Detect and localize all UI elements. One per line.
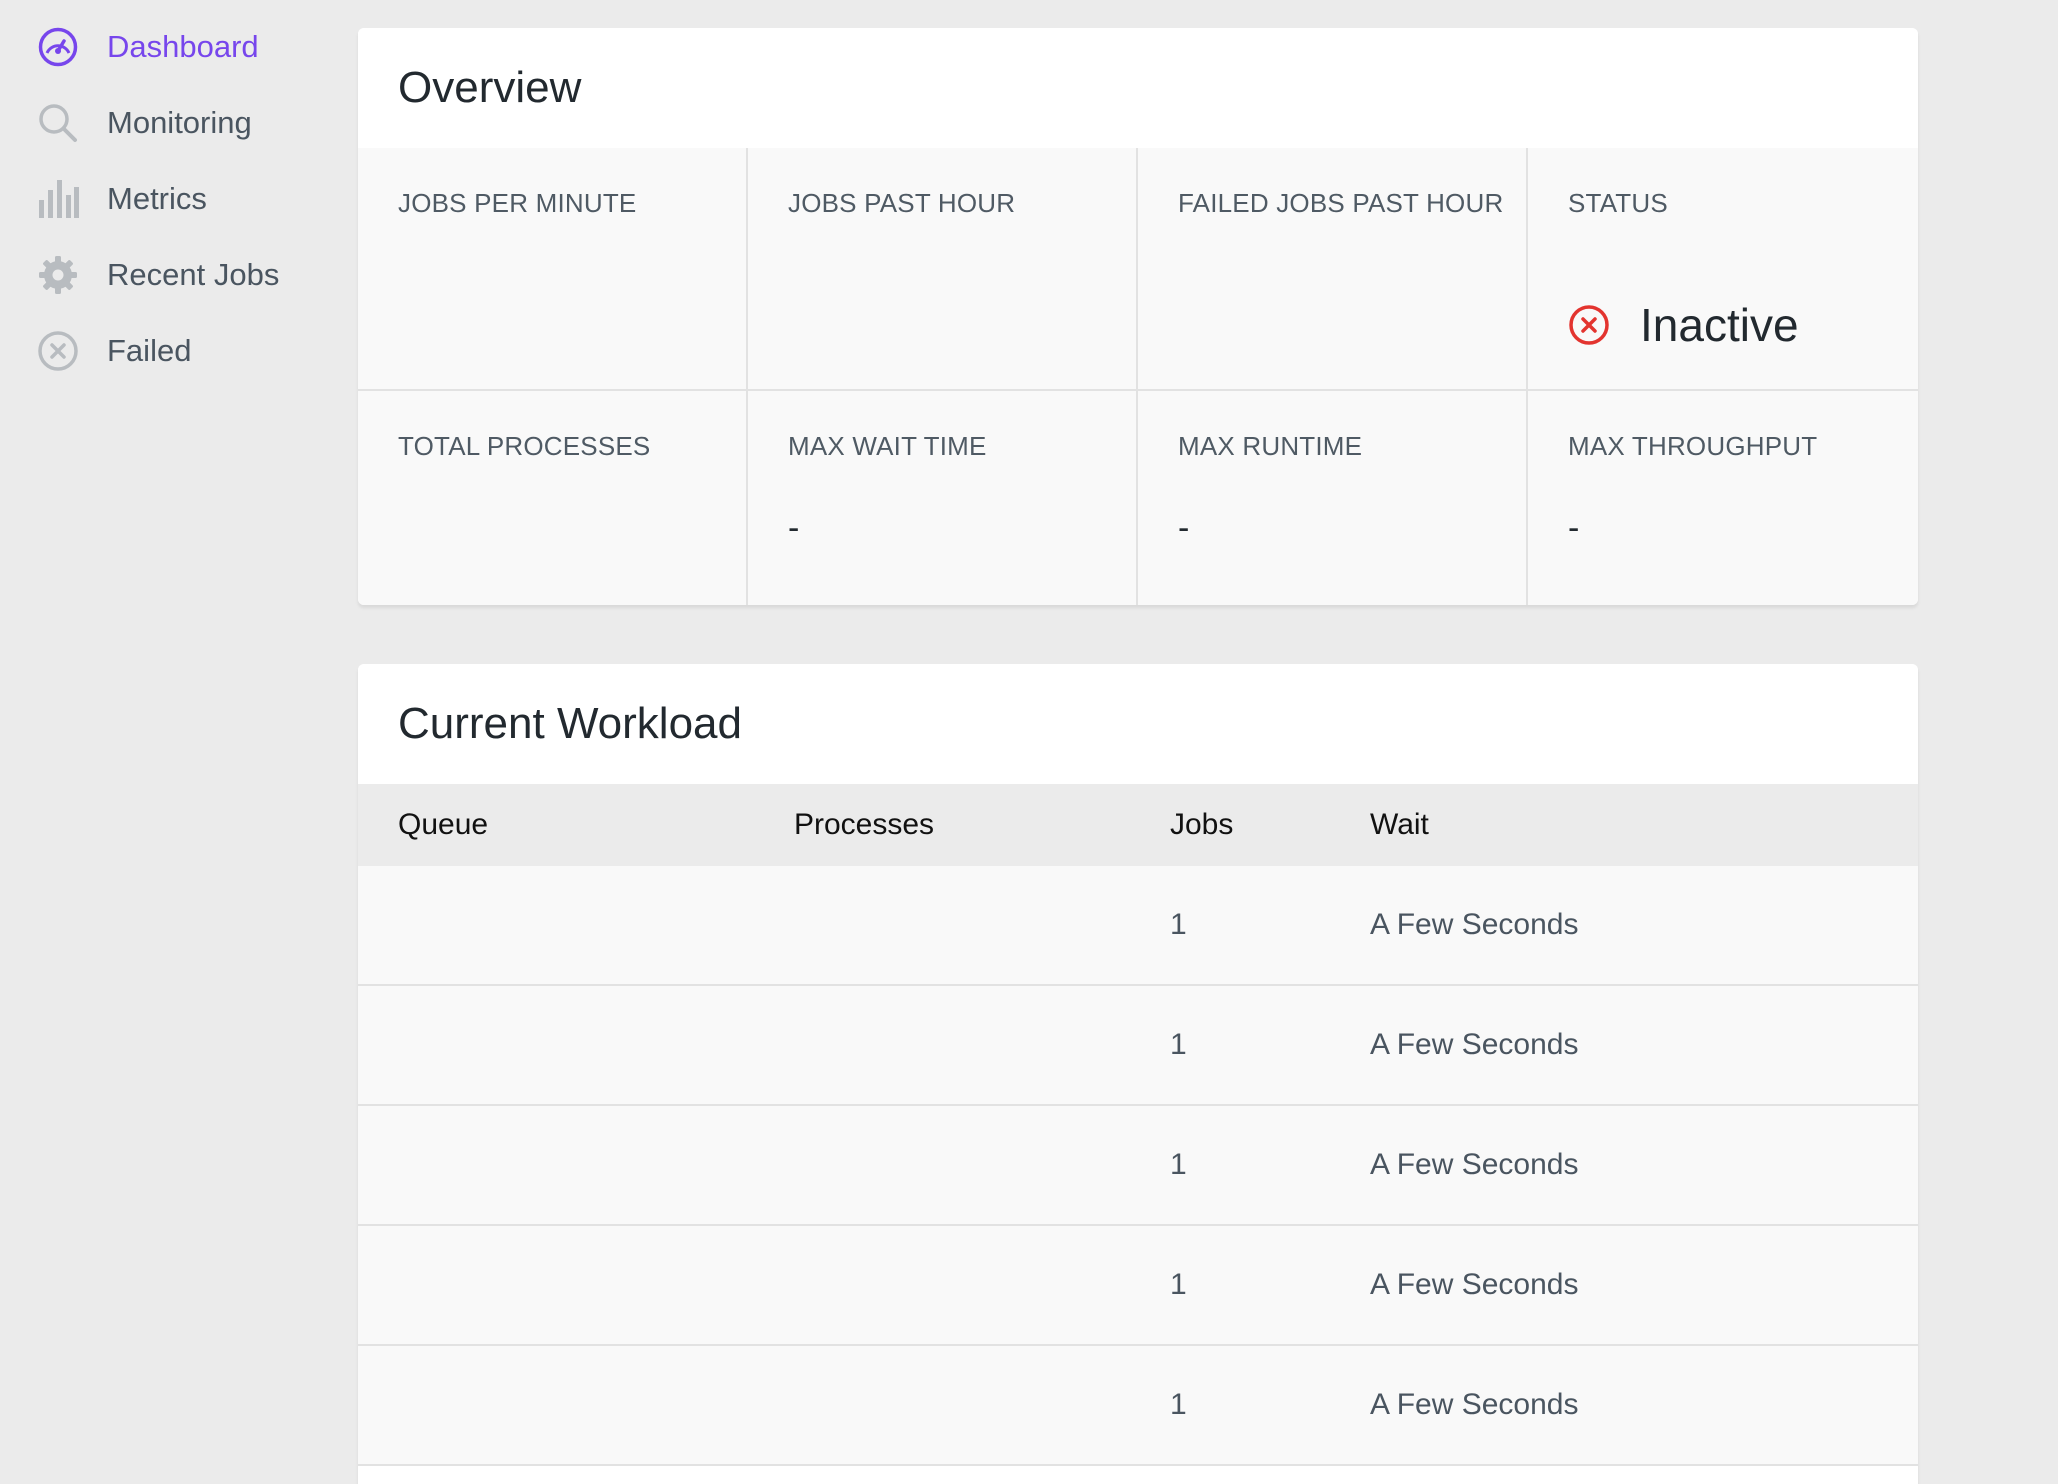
cell-wait: A Few Seconds <box>1370 1028 1579 1061</box>
sidebar-item-metrics[interactable]: Metrics <box>37 176 207 222</box>
sidebar-item-label: Metrics <box>107 181 207 216</box>
stat-jobs-per-minute: JOBS PER MINUTE <box>358 148 748 389</box>
stat-label: MAX THROUGHPUT <box>1568 431 1818 461</box>
table-row: 1 A Few Seconds <box>358 866 1918 986</box>
cell-wait: A Few Seconds <box>1370 1148 1579 1181</box>
bar-chart-icon <box>37 178 79 220</box>
app-root: Dashboard Monitoring Metrics Recent Jobs… <box>0 0 2058 1484</box>
sidebar-item-recent-jobs[interactable]: Recent Jobs <box>37 252 279 298</box>
column-header-wait: Wait <box>1370 808 1429 841</box>
cell-jobs: 1 <box>1170 1028 1187 1061</box>
stat-value: - <box>1568 509 1580 547</box>
sidebar-item-label: Dashboard <box>107 29 259 64</box>
stat-status: STATUS Inactive <box>1528 148 1918 389</box>
overview-card: Overview JOBS PER MINUTE JOBS PAST HOUR … <box>358 28 1918 605</box>
stat-total-processes: TOTAL PROCESSES <box>358 391 748 605</box>
table-row: 1 A Few Seconds <box>358 1226 1918 1346</box>
table-header: Queue Processes Jobs Wait <box>358 784 1918 866</box>
dashboard-gauge-icon <box>37 26 79 68</box>
cell-wait: A Few Seconds <box>1370 1388 1579 1421</box>
sidebar-item-label: Failed <box>107 333 192 368</box>
x-circle-icon <box>1569 305 1609 345</box>
workload-card: Current Workload Queue Processes Jobs Wa… <box>358 664 1918 1484</box>
workload-title: Current Workload <box>398 699 742 748</box>
sidebar-item-failed[interactable]: Failed <box>37 328 191 374</box>
sidebar: Dashboard Monitoring Metrics Recent Jobs… <box>0 0 340 1484</box>
stat-failed-jobs-past-hour: FAILED JOBS PAST HOUR <box>1138 148 1528 389</box>
x-circle-icon <box>37 330 79 372</box>
sidebar-item-monitoring[interactable]: Monitoring <box>37 100 252 146</box>
sidebar-item-label: Recent Jobs <box>107 257 280 292</box>
cell-jobs: 1 <box>1170 908 1187 941</box>
overview-title: Overview <box>398 63 582 112</box>
status-indicator: Inactive <box>1568 298 1799 352</box>
stat-max-wait-time: MAX WAIT TIME - <box>748 391 1138 605</box>
table-row: 1 A Few Seconds <box>358 1106 1918 1226</box>
sidebar-item-dashboard[interactable]: Dashboard <box>37 24 259 70</box>
stat-value: - <box>788 509 800 547</box>
column-header-queue: Queue <box>398 808 489 841</box>
column-header-processes: Processes <box>794 808 935 841</box>
stat-label: JOBS PER MINUTE <box>398 188 637 218</box>
stats-row: TOTAL PROCESSES MAX WAIT TIME - MAX RUNT… <box>358 391 1918 605</box>
sidebar-item-label: Monitoring <box>107 105 252 140</box>
table-row: 1 A Few Seconds <box>358 986 1918 1106</box>
column-header-jobs: Jobs <box>1170 808 1234 841</box>
stat-label: JOBS PAST HOUR <box>788 188 1016 218</box>
cell-jobs: 1 <box>1170 1388 1187 1421</box>
stat-jobs-past-hour: JOBS PAST HOUR <box>748 148 1138 389</box>
search-icon <box>37 102 79 144</box>
stat-max-throughput: MAX THROUGHPUT - <box>1528 391 1918 605</box>
stats-row: JOBS PER MINUTE JOBS PAST HOUR FAILED JO… <box>358 148 1918 391</box>
stat-value: - <box>1178 509 1190 547</box>
stat-max-runtime: MAX RUNTIME - <box>1138 391 1528 605</box>
stat-label: FAILED JOBS PAST HOUR <box>1178 188 1504 218</box>
cell-wait: A Few Seconds <box>1370 1268 1579 1301</box>
cell-jobs: 1 <box>1170 1268 1187 1301</box>
gear-icon <box>37 254 79 296</box>
table-row: 1 A Few Seconds <box>358 1346 1918 1466</box>
status-text: Inactive <box>1640 299 1799 351</box>
stat-label: MAX RUNTIME <box>1178 431 1363 461</box>
workload-header: Current Workload <box>358 664 1918 784</box>
stat-label: TOTAL PROCESSES <box>398 431 651 461</box>
overview-header: Overview <box>358 28 1918 148</box>
cell-jobs: 1 <box>1170 1148 1187 1181</box>
stat-label: MAX WAIT TIME <box>788 431 987 461</box>
stat-label: STATUS <box>1568 188 1668 218</box>
cell-wait: A Few Seconds <box>1370 908 1579 941</box>
